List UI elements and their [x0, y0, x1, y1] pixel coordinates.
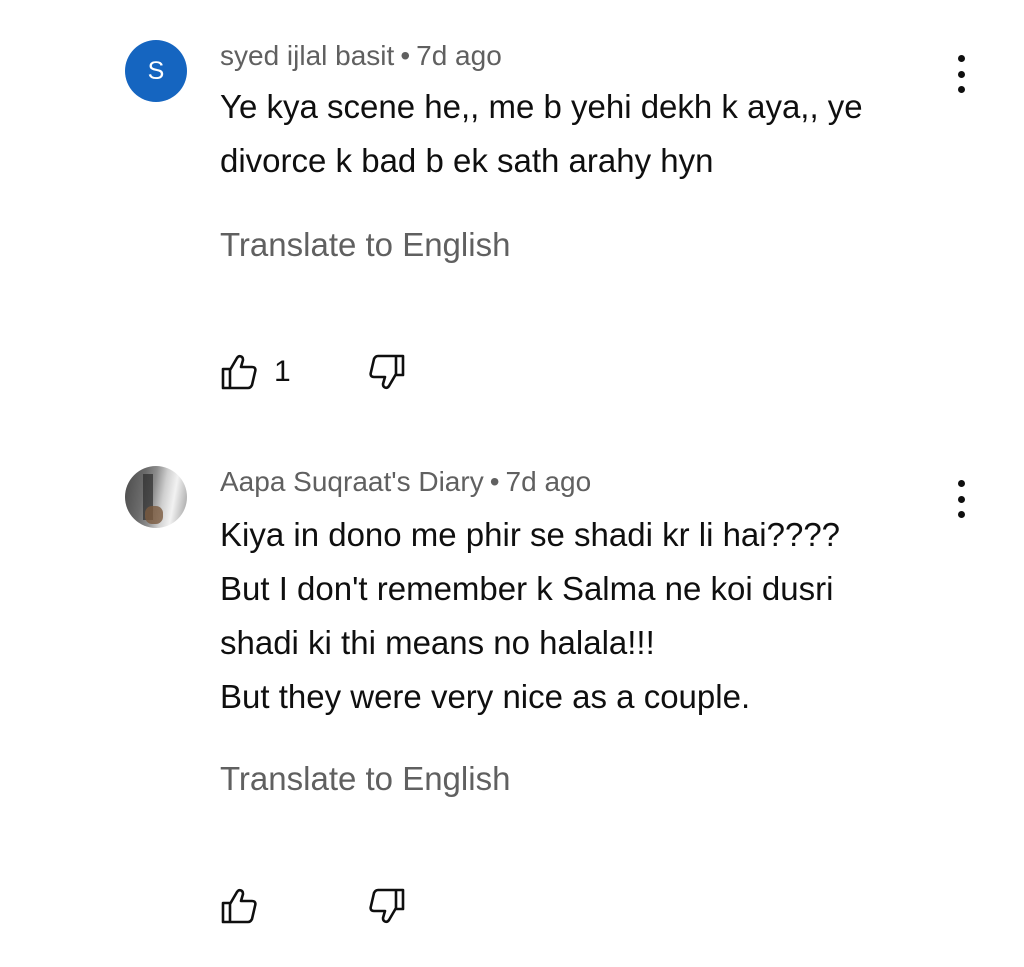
comment-meta: Aapa Suqraat's Diary • 7d ago [220, 466, 591, 498]
like-button[interactable] [220, 888, 258, 924]
dislike-button[interactable] [368, 354, 406, 390]
thumbs-down-icon [369, 888, 405, 924]
comment-text-line: Kiya in dono me phir se shadi kr li hai?… [220, 516, 841, 553]
comment-author[interactable]: Aapa Suqraat's Diary [220, 466, 484, 497]
dislike-button[interactable] [368, 888, 406, 924]
like-button[interactable]: 1 [220, 354, 291, 390]
avatar-letter: S [147, 56, 165, 85]
comment-text-line: Ye kya scene he,, me b yehi dekh k aya,,… [220, 88, 863, 125]
more-vert-icon[interactable] [946, 478, 976, 520]
comment-time[interactable]: 7d ago [506, 466, 592, 497]
thumbs-up-icon [221, 354, 257, 390]
comment-text-line: But I don't remember k Salma ne koi dusr… [220, 570, 834, 607]
like-count: 1 [274, 355, 291, 388]
meta-separator: • [400, 40, 411, 71]
comment-meta: syed ijlal basit • 7d ago [220, 40, 502, 72]
avatar[interactable]: S [125, 40, 187, 102]
thumbs-down-icon [369, 354, 405, 390]
meta-separator: • [489, 466, 500, 497]
comment-text: Kiya in dono me phir se shadi kr li hai?… [220, 508, 940, 724]
comment-text-line: shadi ki thi means no halala!!! [220, 624, 655, 661]
more-vert-icon[interactable] [946, 53, 976, 95]
comment-text: Ye kya scene he,, me b yehi dekh k aya,,… [220, 80, 940, 188]
thumbs-up-icon [221, 888, 257, 924]
comment-text-line: divorce k bad b ek sath arahy hyn [220, 142, 714, 179]
translate-button[interactable]: Translate to English [220, 760, 510, 798]
comment-time[interactable]: 7d ago [416, 40, 502, 71]
translate-button[interactable]: Translate to English [220, 226, 510, 264]
comment-author[interactable]: syed ijlal basit [220, 40, 394, 71]
comment-text-line: But they were very nice as a couple. [220, 678, 751, 715]
avatar[interactable] [125, 466, 187, 528]
